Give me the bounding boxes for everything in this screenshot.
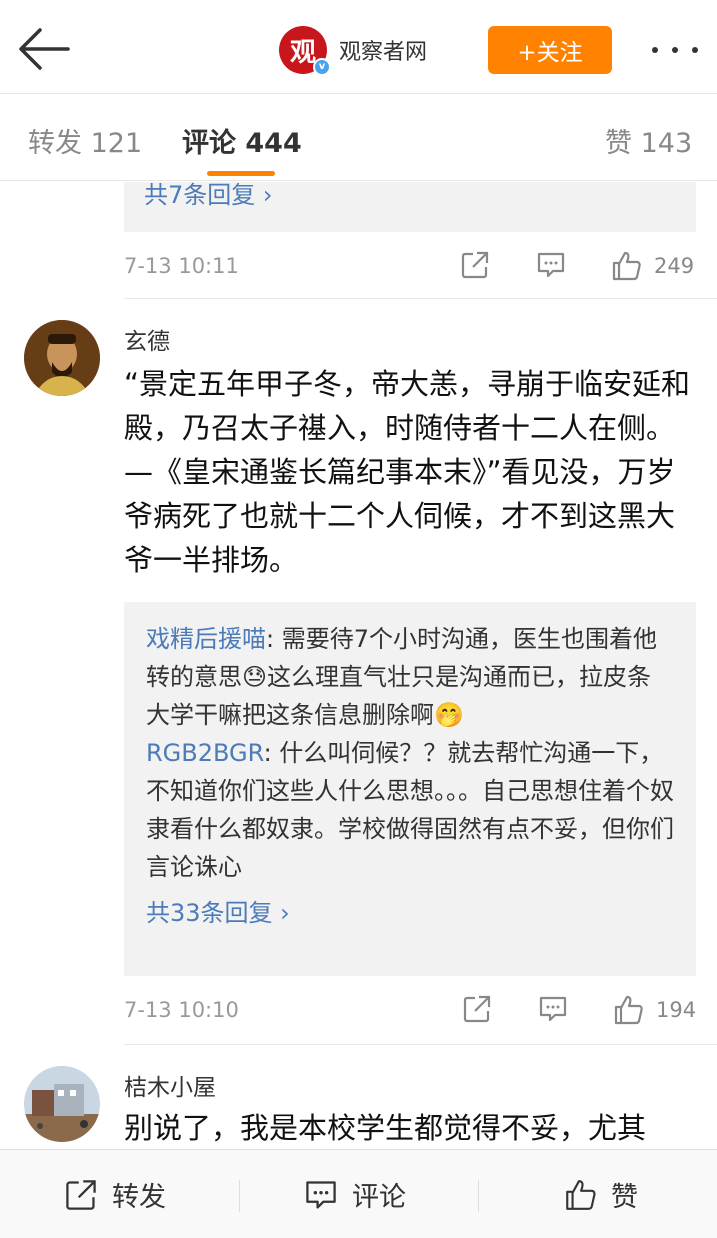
share-icon[interactable]	[462, 994, 492, 1024]
comment-meta-row: 7-13 10:10 194	[124, 992, 696, 1032]
comment-icon[interactable]	[538, 994, 568, 1024]
like-count: 249	[654, 254, 695, 278]
back-arrow-icon	[19, 28, 70, 70]
share-icon[interactable]	[460, 250, 490, 280]
like-button[interactable]: 赞	[563, 1150, 638, 1238]
reply-preview-box[interactable]: 戏精后援喵: 需要待7个小时沟通，医生也围着他转的意思😓这么理直气壮只是沟通而已…	[124, 602, 696, 976]
follow-button[interactable]: +关注	[488, 26, 612, 74]
active-tab-indicator	[207, 171, 275, 176]
verified-icon: v	[313, 58, 331, 76]
comment-list[interactable]: 共7条回复 › 7-13 10:11 249 玄德 “景定五年甲子冬，帝大恙，寻…	[0, 182, 717, 1149]
reply-preview-box[interactable]: 共7条回复 ›	[124, 182, 696, 232]
like-icon	[566, 1179, 596, 1210]
comment-icon[interactable]	[536, 250, 566, 280]
comment-icon	[306, 1180, 336, 1209]
commenter-avatar[interactable]	[24, 1066, 100, 1142]
comment-text: 别说了，我是本校学生都觉得不妥，尤其	[124, 1111, 647, 1145]
repost-label: 转发	[112, 1182, 166, 1213]
like-label: 赞	[611, 1182, 638, 1213]
bottom-bar-divider	[478, 1180, 479, 1212]
comment-timestamp: 7-13 10:11	[124, 254, 239, 278]
reply-item: 戏精后援喵: 需要待7个小时沟通，医生也围着他转的意思😓这么理直气壮只是沟通而已…	[146, 620, 674, 734]
bottom-bar-divider	[239, 1180, 240, 1212]
comment-label: 评论	[352, 1182, 406, 1213]
account-name[interactable]: 观察者网	[339, 34, 427, 66]
reply-item: RGB2BGR: 什么叫伺候？？就去帮忙沟通一下，不知道你们这些人什么思想。。。…	[146, 734, 674, 886]
commenter-username[interactable]: 桔木小屋	[124, 1068, 216, 1102]
commenter-username[interactable]: 玄德	[124, 322, 170, 356]
tab-likes[interactable]: 赞 143	[605, 121, 692, 160]
share-icon	[66, 1179, 96, 1210]
view-all-replies-link[interactable]: 共33条回复 ›	[146, 894, 674, 932]
account-avatar[interactable]: 观 v	[279, 26, 331, 76]
like-icon[interactable]	[612, 994, 644, 1026]
avatar-image	[24, 320, 100, 396]
tab-bar: 转发 121 评论 444 赞 143	[0, 95, 717, 181]
reply-username[interactable]: RGB2BGR	[146, 739, 264, 767]
top-navigation-bar: 观 v 观察者网 +关注	[0, 0, 717, 94]
back-button[interactable]	[18, 26, 70, 72]
comment-divider	[124, 1044, 717, 1045]
tab-comments[interactable]: 评论 444	[182, 121, 302, 160]
reply-username[interactable]: 戏精后援喵	[146, 625, 266, 653]
like-count: 194	[656, 998, 697, 1022]
account-profile-link[interactable]: 观 v 观察者网	[279, 25, 427, 76]
avatar-image	[24, 1066, 100, 1142]
comment-timestamp: 7-13 10:10	[124, 998, 239, 1022]
comment-divider	[124, 298, 717, 299]
view-all-replies-link[interactable]: 共7条回复 ›	[144, 182, 676, 214]
comment-text: “景定五年甲子冬，帝大恙，寻崩于临安延和殿，乃召太子禥入，时随侍者十二人在侧。—…	[124, 367, 691, 577]
tab-reposts[interactable]: 转发 121	[28, 121, 142, 160]
more-options-icon[interactable]	[652, 38, 698, 62]
comment-button[interactable]: 评论	[304, 1150, 406, 1238]
like-icon[interactable]	[610, 250, 642, 282]
commenter-avatar[interactable]	[24, 320, 100, 396]
bottom-action-bar: 转发 评论 赞	[0, 1149, 717, 1238]
repost-button[interactable]: 转发	[64, 1150, 166, 1238]
comment-meta-row: 7-13 10:11 249	[124, 248, 696, 288]
